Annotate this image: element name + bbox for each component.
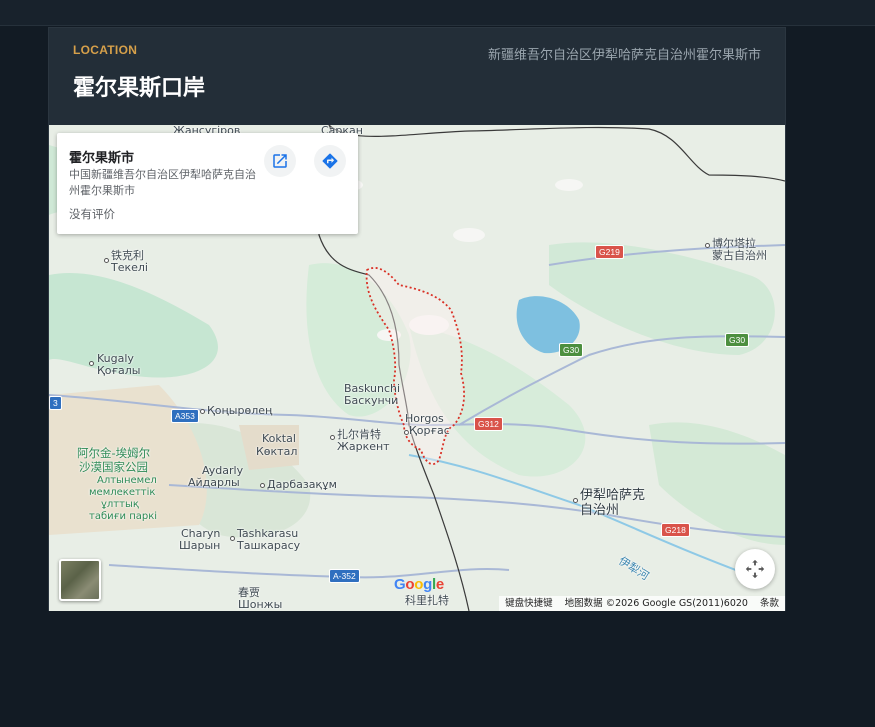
road-shield: G30: [559, 343, 584, 357]
map-data-text: 地图数据 ©2026 Google GS(2011)6020: [564, 598, 748, 609]
location-address: 新疆维吾尔自治区伊犁哈萨克自治州霍尔果斯市: [487, 48, 761, 63]
map-label: 伊犁哈萨克: [580, 488, 646, 503]
city-marker: [330, 435, 335, 440]
road-shield: G312: [474, 417, 503, 431]
map-label: 科里扎特: [405, 594, 449, 607]
fullscreen-button[interactable]: [735, 549, 775, 589]
city-marker: [200, 409, 205, 414]
city-marker: [260, 483, 265, 488]
city-marker: [89, 361, 94, 366]
map-label: Шарын: [179, 539, 221, 552]
top-bar: [0, 0, 875, 26]
google-map[interactable]: Сарқан Жансугіров 铁克利 Текелі 博尔塔拉 蒙古自治州 …: [49, 125, 785, 611]
park-label: мемлекеттік: [89, 487, 156, 498]
map-label: Қоңырөлең: [207, 404, 273, 417]
directions-icon: [322, 153, 338, 169]
place-info-card: 霍尔果斯市 中国新疆维吾尔自治区伊犁哈萨克自治州霍尔果斯市 没有评价: [57, 133, 358, 234]
fullscreen-icon: [745, 559, 765, 579]
map-label: 自治州: [580, 503, 620, 518]
map-label: Жаркент: [337, 440, 390, 453]
place-name: 霍尔果斯市: [69, 151, 135, 166]
park-label: ұлттық: [101, 499, 139, 510]
map-label: 蒙古自治州: [712, 249, 767, 262]
terms-link[interactable]: 条款: [760, 596, 779, 611]
road-shield: A-352: [329, 569, 360, 583]
map-label: Ташкарасу: [237, 539, 301, 552]
map-label: Айдарлы: [188, 476, 240, 489]
map-label: Көктал: [256, 445, 298, 458]
map-label: Дарбазақұм: [267, 478, 337, 491]
road-shield: G219: [595, 245, 624, 259]
park-label: 沙漠国家公园: [79, 460, 148, 474]
location-title: 霍尔果斯口岸: [73, 76, 206, 101]
road-shield: G30: [725, 333, 750, 347]
map-label: Баскунчи: [344, 394, 399, 407]
place-rating: 没有评价: [69, 207, 115, 221]
map-attribution: 键盘快捷键 地图数据 ©2026 Google GS(2011)6020 条款: [499, 596, 785, 611]
city-marker: [705, 243, 710, 248]
road-shield: G218: [661, 523, 690, 537]
city-marker: [230, 536, 235, 541]
google-logo: Google: [394, 576, 444, 593]
map-label: Текелі: [111, 261, 148, 274]
map-label: Koktal: [262, 432, 296, 445]
card-header: LOCATION 霍尔果斯口岸 新疆维吾尔自治区伊犁哈萨克自治州霍尔果斯市: [49, 28, 785, 125]
place-address: 中国新疆维吾尔自治区伊犁哈萨克自治州霍尔果斯市: [69, 168, 256, 197]
keyboard-shortcuts-link[interactable]: 键盘快捷键: [505, 596, 553, 611]
directions-button[interactable]: [314, 145, 346, 177]
park-label: 阿尔金-埃姆尔: [77, 446, 151, 460]
map-label: Шонжы: [238, 598, 283, 611]
park-label: табиғи паркі: [89, 511, 158, 522]
park-label: Алтынемел: [97, 475, 157, 486]
section-eyebrow: LOCATION: [73, 43, 138, 57]
map-label: Қорғас: [409, 424, 450, 437]
city-marker: [573, 498, 578, 503]
satellite-view-toggle[interactable]: [59, 559, 101, 601]
road-shield: A353: [171, 409, 199, 423]
open-in-new-icon: [273, 154, 287, 168]
open-in-maps-button[interactable]: [264, 145, 296, 177]
city-marker: [104, 258, 109, 263]
road-shield: 3: [49, 396, 62, 410]
map-label: Қоғалы: [97, 364, 141, 377]
location-card: LOCATION 霍尔果斯口岸 新疆维吾尔自治区伊犁哈萨克自治州霍尔果斯市 Са…: [48, 27, 786, 611]
